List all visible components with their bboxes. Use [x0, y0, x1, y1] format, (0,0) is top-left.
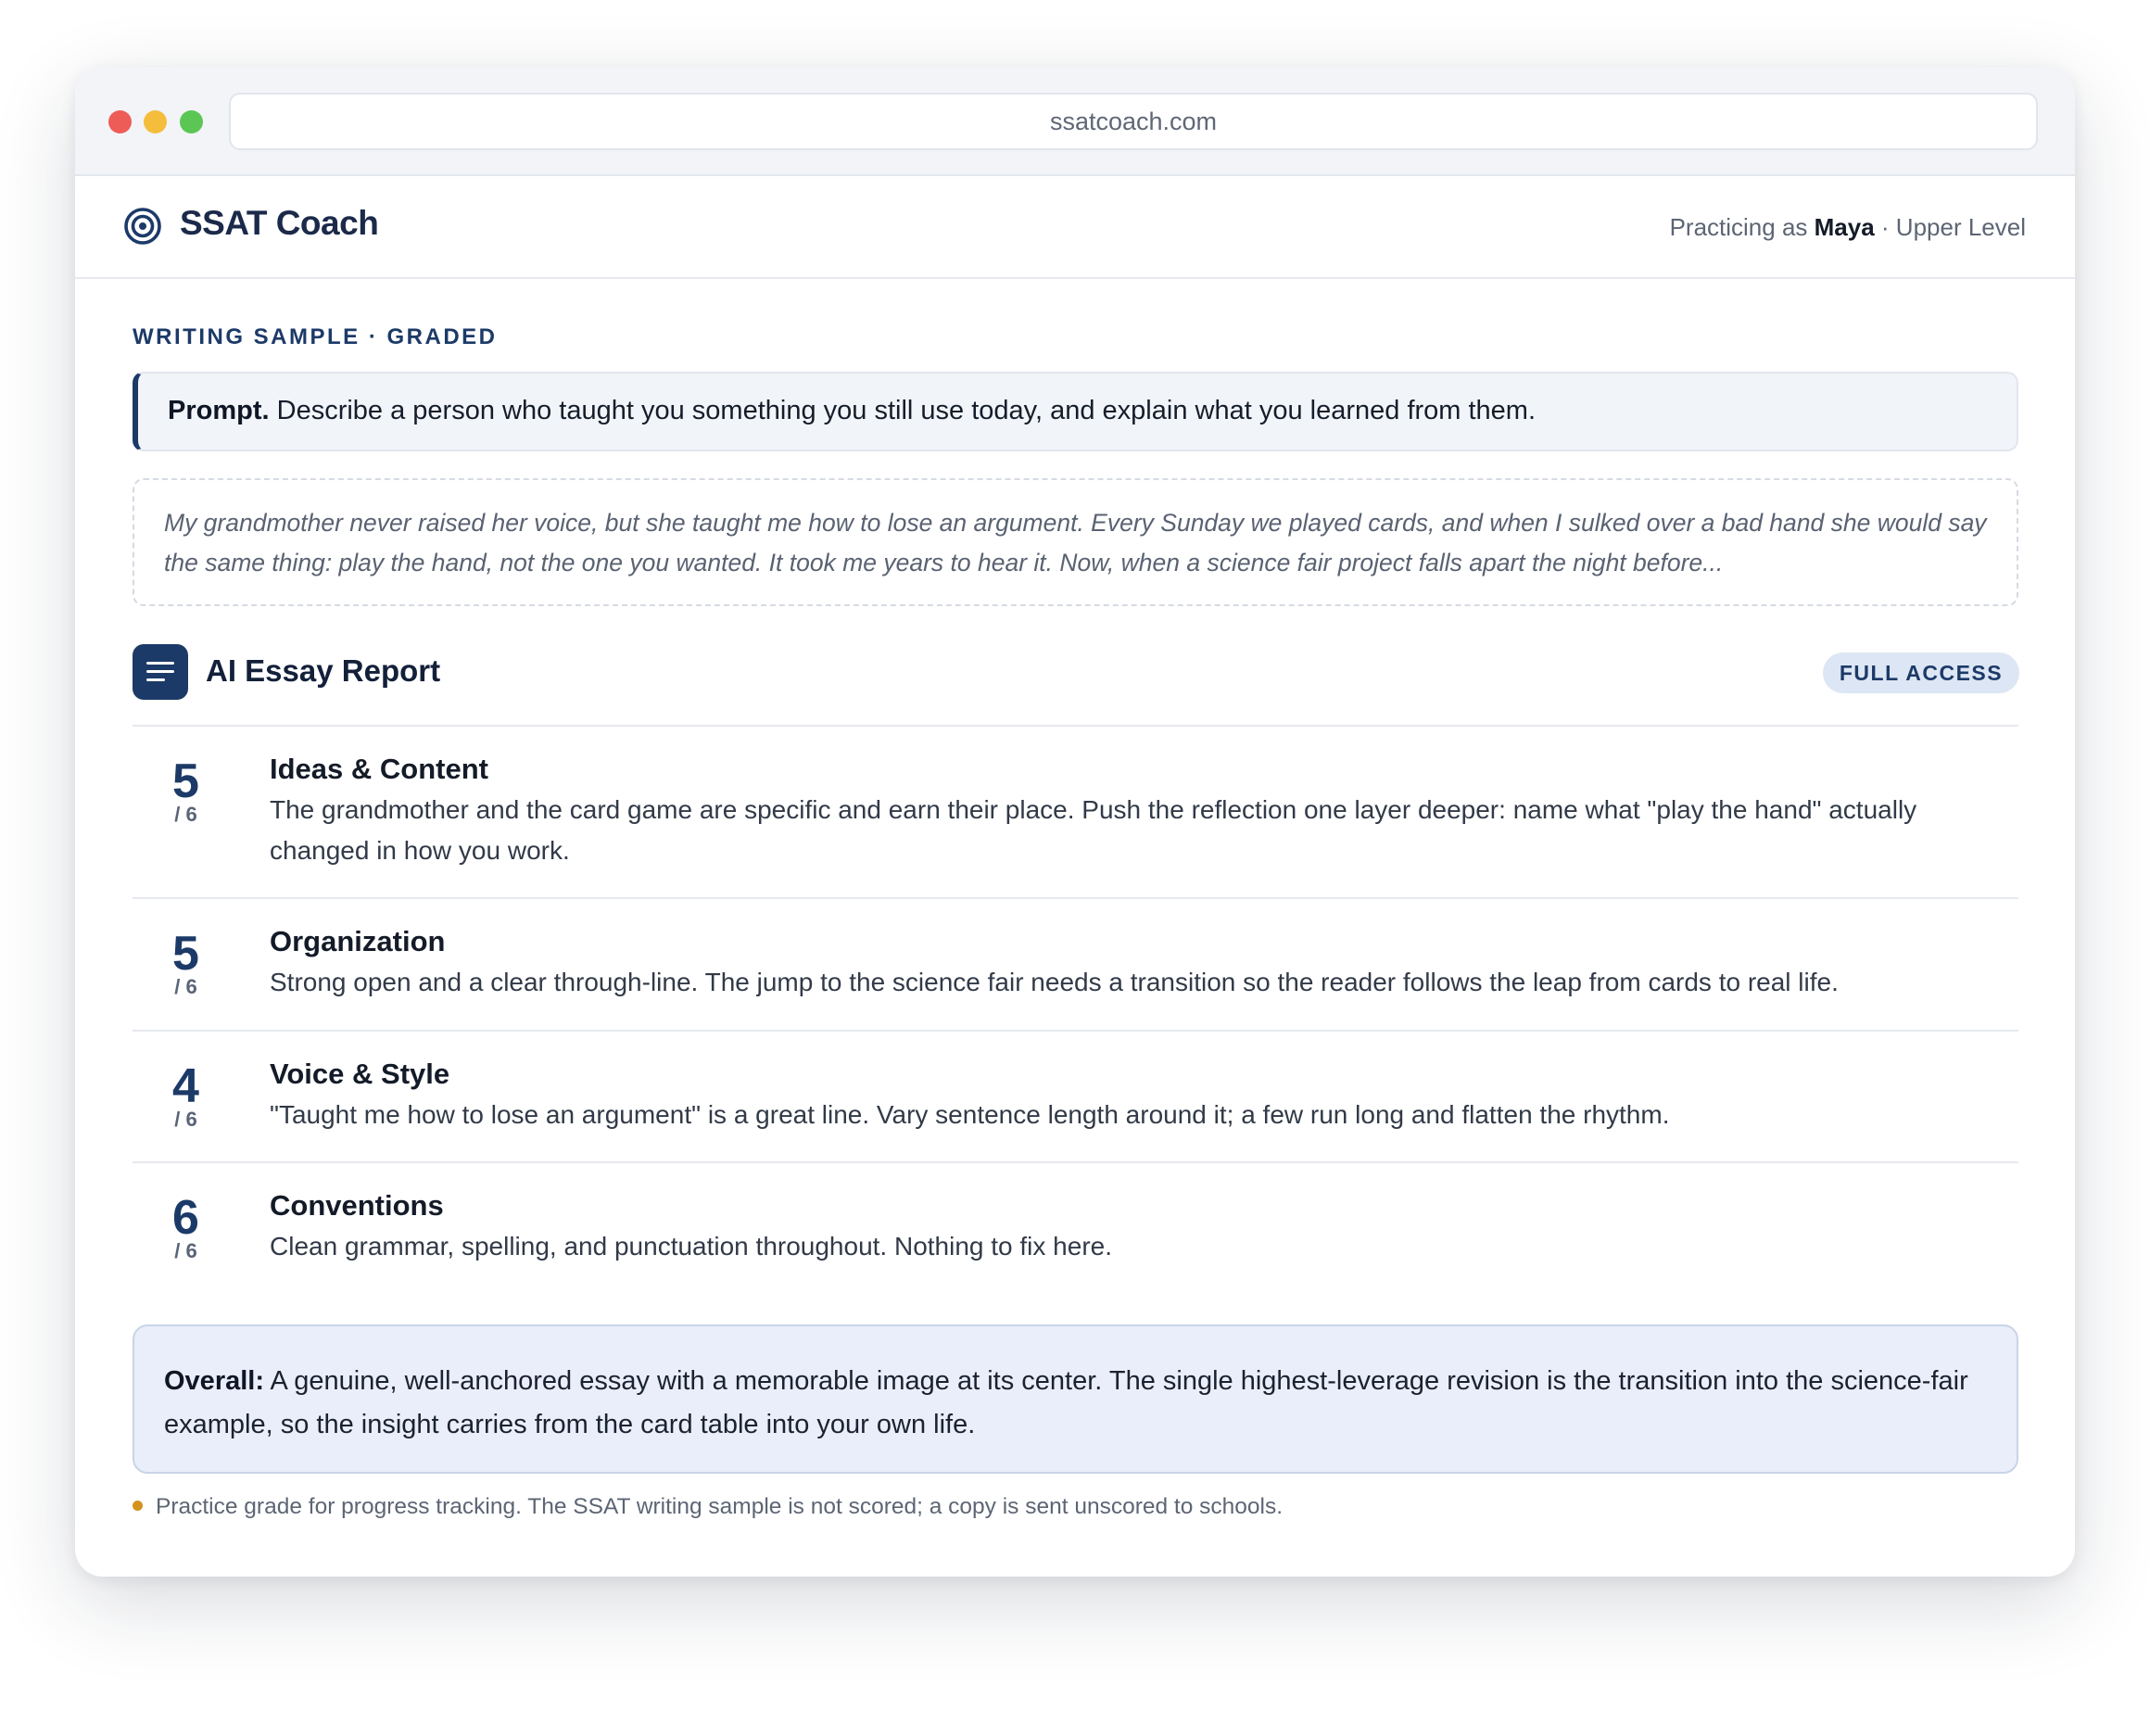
user-context: Practicing as Maya · Upper Level: [1670, 213, 2026, 242]
prompt-text: Describe a person who taught you somethi…: [276, 396, 1537, 425]
criterion-title: Conventions: [270, 1189, 444, 1222]
app-header: SSAT Coach Practicing as Maya · Upper Le…: [75, 176, 2075, 279]
close-window-button[interactable]: [108, 110, 132, 133]
browser-titlebar: ssatcoach.com: [75, 67, 2075, 176]
score-value: 5: [172, 754, 199, 808]
score-value: 4: [172, 1059, 199, 1113]
overall-summary: Overall: A genuine, well-anchored essay …: [133, 1324, 2018, 1474]
footnote-text: Practice grade for progress tracking. Th…: [156, 1494, 1284, 1519]
criterion-title: Organization: [270, 925, 446, 957]
level-label: · Upper Level: [1880, 213, 2026, 241]
criterion-body: Organization Strong open and a clear thr…: [270, 923, 2009, 1003]
score-block: 5 / 6: [133, 757, 239, 826]
essay-excerpt: My grandmother never raised her voice, b…: [133, 478, 2018, 606]
score-value: 6: [172, 1191, 199, 1245]
overall-label: Overall:: [164, 1366, 264, 1396]
rubric-list: 5 / 6 Ideas & Content The grandmother an…: [133, 725, 2018, 1293]
rubric-row: 4 / 6 Voice & Style "Taught me how to lo…: [133, 1030, 2018, 1161]
score-value: 5: [172, 927, 199, 981]
criterion-title: Voice & Style: [270, 1058, 450, 1090]
score-max: / 6: [174, 803, 197, 826]
score-max: / 6: [174, 1108, 197, 1131]
footnote: Practice grade for progress tracking. Th…: [133, 1494, 1283, 1520]
brand-name[interactable]: SSAT Coach: [180, 204, 379, 243]
footnote-bullet-icon: [133, 1501, 143, 1512]
score-max: / 6: [174, 1239, 197, 1262]
rubric-row: 6 / 6 Conventions Clean grammar, spellin…: [133, 1161, 2018, 1293]
criterion-description: "Taught me how to lose an argument" is a…: [270, 1100, 1670, 1129]
score-max: / 6: [174, 975, 197, 998]
overall-text: A genuine, well-anchored essay with a me…: [164, 1366, 1968, 1439]
criterion-description: Clean grammar, spelling, and punctuation…: [270, 1232, 1113, 1261]
prompt-box: Prompt. Describe a person who taught you…: [133, 372, 2018, 451]
score-block: 4 / 6: [133, 1062, 239, 1131]
criterion-description: Strong open and a clear through-line. Th…: [270, 968, 1839, 996]
rubric-row: 5 / 6 Ideas & Content The grandmother an…: [133, 725, 2018, 897]
maximize-window-button[interactable]: [180, 110, 203, 133]
browser-window: ssatcoach.com SSAT Coach Practicing as M…: [75, 67, 2075, 1577]
prompt-label: Prompt.: [168, 396, 270, 425]
target-icon: [124, 208, 161, 245]
minimize-window-button[interactable]: [144, 110, 167, 133]
criterion-title: Ideas & Content: [270, 753, 488, 785]
access-badge: FULL ACCESS: [1823, 653, 2019, 693]
criterion-body: Conventions Clean grammar, spelling, and…: [270, 1187, 2009, 1267]
criterion-body: Ideas & Content The grandmother and the …: [270, 751, 2009, 871]
rubric-row: 5 / 6 Organization Strong open and a cle…: [133, 897, 2018, 1030]
document-lines-icon: [133, 644, 188, 700]
report-title: AI Essay Report: [206, 653, 441, 688]
score-block: 5 / 6: [133, 930, 239, 998]
section-label: WRITING SAMPLE · GRADED: [133, 324, 498, 349]
criterion-body: Voice & Style "Taught me how to lose an …: [270, 1056, 2009, 1135]
address-bar[interactable]: ssatcoach.com: [229, 93, 2038, 150]
score-block: 6 / 6: [133, 1194, 239, 1262]
criterion-description: The grandmother and the card game are sp…: [270, 795, 1917, 865]
practicing-prefix: Practicing as: [1669, 213, 1808, 241]
user-name: Maya: [1814, 213, 1875, 241]
